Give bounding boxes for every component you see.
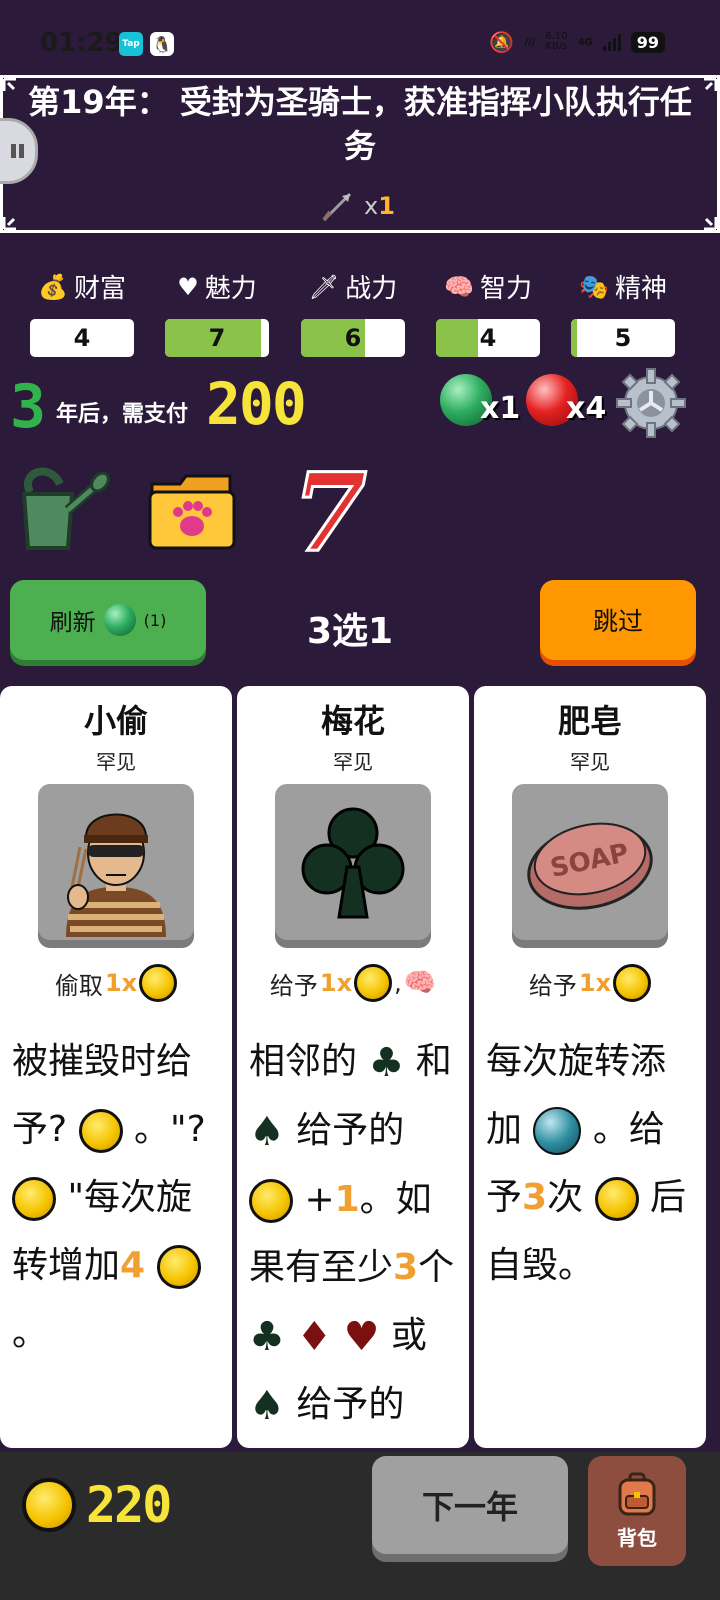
backpack-button[interactable]: 背包: [588, 1456, 686, 1566]
stat-wealth: 💰 财富 4: [18, 268, 146, 357]
mute-icon: 🔕: [489, 30, 515, 54]
coin-icon: [613, 964, 652, 1002]
stat-charm-value: 7: [165, 319, 269, 357]
watering-can-icon[interactable]: [10, 462, 110, 554]
green-orb-counter: x1: [440, 374, 520, 426]
stat-wealth-value: 4: [30, 319, 134, 357]
card-rarity: 罕见: [333, 750, 373, 774]
status-time: 01:29: [40, 28, 123, 58]
diamond-icon: ♦: [296, 1314, 333, 1360]
card-effect: 给予 1x, 🧠: [237, 964, 469, 1002]
card-name: 肥皂: [557, 702, 622, 740]
card-soap[interactable]: 肥皂 罕见 SOAP 给予 1x 每次旋转添加 。给予3次 后自毁。: [474, 686, 706, 1448]
skip-button[interactable]: 跳过: [540, 580, 696, 660]
network-speed: 6.10 KB/s: [545, 31, 568, 52]
stat-combat-value: 6: [301, 319, 405, 357]
signal-icon: [602, 33, 621, 51]
spade-icon: ♠: [249, 1383, 285, 1429]
stat-charm: ♥ 魅力 7: [153, 268, 281, 357]
card-thief[interactable]: 小偷 罕见 偷取 1x 被摧毁时给予? 。"? "每次旋转增加4 。: [0, 686, 232, 1448]
stat-intellect-value: 4: [436, 319, 540, 357]
soap-icon: SOAP: [512, 784, 668, 940]
stat-combat: 🗡 战力 6: [289, 268, 417, 357]
card-description: 每次旋转添加 。给予3次 后自毁。: [486, 1041, 686, 1286]
network-type: 4G: [577, 36, 593, 48]
taptap-app-icon: Tap: [119, 32, 143, 56]
qq-app-icon: 🐧: [150, 32, 174, 56]
arrow-counter: x1: [320, 188, 395, 224]
brain-icon: 🧠: [403, 968, 437, 998]
card-rarity: 罕见: [570, 750, 610, 774]
heart-icon: ♥: [177, 272, 199, 301]
hd-icon: ///: [524, 36, 536, 48]
refresh-button[interactable]: 刷新 (1): [10, 580, 206, 660]
arrow-count: x1: [364, 192, 395, 220]
spade-icon: ♠: [249, 1109, 285, 1155]
bubble-icon: [533, 1107, 582, 1155]
red-orb-counter: x4: [526, 374, 606, 426]
gold-coin-icon: [22, 1478, 76, 1532]
card-effect: 偷取 1x: [0, 964, 232, 1002]
card-name: 小偷: [83, 702, 148, 740]
lucky-seven-icon[interactable]: 7: [290, 449, 368, 578]
battery-level: 99: [630, 31, 665, 53]
backpack-icon: [618, 1472, 656, 1515]
coin-icon: [12, 1177, 56, 1221]
arrow-icon: [322, 192, 352, 222]
status-bar: 01:29 Tap 🐧 🔕 /// 6.10 KB/s 4G 99: [0, 0, 720, 78]
stat-intellect: 🧠 智力 4: [424, 268, 552, 357]
status-indicators: 🔕 /// 6.10 KB/s 4G 99: [489, 30, 665, 54]
money-bag-icon: 💰: [38, 272, 68, 301]
payment-text: 年后，需支付: [56, 402, 189, 427]
heart-icon: ♥: [343, 1314, 380, 1360]
sword-icon: 🗡: [308, 272, 340, 301]
corner-ornament-icon: [2, 217, 16, 231]
stat-spirit-value: 5: [571, 319, 675, 357]
club-icon: ♣: [368, 1040, 405, 1086]
coin-icon: [156, 1245, 201, 1289]
gold-total: 220: [86, 1476, 172, 1534]
card-description: 被摧毁时给予? 。"? "每次旋转增加4 。: [12, 1041, 206, 1354]
corner-ornament-icon: [704, 217, 718, 231]
settings-gear-icon[interactable]: [614, 366, 688, 440]
card-effect: 给予 1x: [474, 964, 706, 1002]
coin-icon: [139, 964, 178, 1002]
coin-icon: [354, 964, 393, 1002]
club-icon: [275, 784, 431, 940]
year-event-title: 第19年： 受封为圣骑士，获准指挥小队执行任务: [28, 83, 692, 165]
pick-one-of-three: 3选1: [306, 611, 394, 652]
years-until-payment: 3: [10, 372, 47, 442]
green-orb-icon: [103, 604, 136, 636]
card-description: 相邻的 ♣ 和 ♠ 给予的 +1。如果有至少3个 ♣ ♦ ♥ 或 ♠ 给予的: [249, 1028, 459, 1440]
masks-icon: 🎭: [579, 272, 609, 301]
coin-icon: [594, 1177, 639, 1221]
club-icon: ♣: [249, 1314, 285, 1360]
paw-folder-icon[interactable]: [146, 466, 240, 554]
payment-amount: 200: [206, 370, 307, 438]
next-year-button[interactable]: 下一年: [372, 1456, 568, 1554]
brain-icon: 🧠: [444, 272, 474, 301]
thief-icon: [38, 784, 194, 940]
coin-icon: [78, 1109, 123, 1153]
card-clubs[interactable]: 梅花 罕见 给予 1x, 🧠 相邻的 ♣ 和 ♠ 给予的 +1。如果有至少3个 ♣ …: [237, 686, 469, 1448]
coin-icon: [249, 1179, 293, 1223]
stat-spirit: 🎭 精神 5: [559, 268, 687, 357]
card-name: 梅花: [320, 702, 385, 740]
card-rarity: 罕见: [96, 750, 136, 774]
